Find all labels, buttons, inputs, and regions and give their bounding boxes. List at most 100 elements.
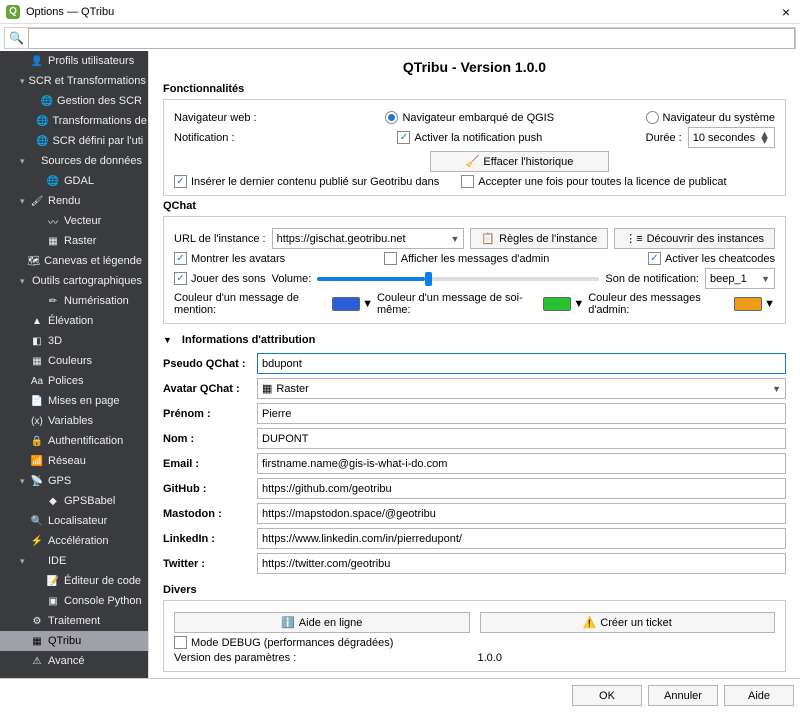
linkedin-input[interactable] xyxy=(257,528,786,549)
notif-sound-label: Son de notification: xyxy=(605,273,699,285)
sidebar-item[interactable]: (x)Variables xyxy=(0,411,148,431)
sidebar-item[interactable]: 📄Mises en page xyxy=(0,391,148,411)
sidebar-item-label: Vecteur xyxy=(64,215,101,227)
sidebar-item-label: Éditeur de code xyxy=(64,575,141,587)
browser-system-radio[interactable]: Navigateur du système xyxy=(646,111,776,124)
help-button[interactable]: Aide xyxy=(724,685,794,706)
sidebar-item-icon: 👤 xyxy=(30,54,44,68)
ok-button[interactable]: OK xyxy=(572,685,642,706)
cheatcodes-checkbox[interactable]: ✓Activer les cheatcodes xyxy=(648,252,775,265)
sidebar-item[interactable]: ▾📡GPS xyxy=(0,471,148,491)
sidebar-item-icon: 🌐 xyxy=(41,94,53,108)
sidebar-item-icon xyxy=(27,154,37,168)
sidebar-item[interactable]: ✏Numérisation xyxy=(0,291,148,311)
sidebar-item[interactable]: ⚡Accélération xyxy=(0,531,148,551)
sidebar-item[interactable]: ◧ 3D xyxy=(0,331,148,351)
sidebar-item[interactable]: ▲Élévation xyxy=(0,311,148,331)
search-input[interactable] xyxy=(28,28,795,49)
accept-license-checkbox[interactable]: Accepter une fois pour toutes la licence… xyxy=(461,175,726,188)
sidebar-item-icon: 🔒 xyxy=(30,434,44,448)
insert-last-checkbox[interactable]: ✓Insérer le dernier contenu publié sur G… xyxy=(174,175,439,188)
sidebar-item[interactable]: 🔍Localisateur xyxy=(0,511,148,531)
sidebar-item[interactable]: 🌐GDAL xyxy=(0,171,148,191)
sidebar-item-label: Outils cartographiques xyxy=(32,275,142,287)
section-misc: Divers xyxy=(163,584,786,596)
duration-spinner[interactable]: 10 secondes▲▼ xyxy=(688,127,775,148)
instance-url-combo[interactable]: https://gischat.geotribu.net▼ xyxy=(272,228,465,249)
sidebar-item-icon: ◧ xyxy=(30,334,44,348)
section-attribution: Informations d'attribution xyxy=(182,334,315,346)
mastodon-input[interactable] xyxy=(257,503,786,524)
sidebar-item-label: Mises en page xyxy=(48,395,120,407)
sidebar-item[interactable]: 🌐Gestion des SCR xyxy=(0,91,148,111)
sidebar-item-label: 3D xyxy=(48,335,62,347)
volume-slider[interactable] xyxy=(317,277,599,281)
twitter-input[interactable] xyxy=(257,553,786,574)
discover-instances-button[interactable]: ⋮≡Découvrir des instances xyxy=(614,228,775,249)
sidebar-item[interactable]: ▾IDE xyxy=(0,551,148,571)
notif-label: Notification : xyxy=(174,132,294,144)
notif-enable-checkbox[interactable]: ✓Activer la notification push xyxy=(397,131,542,144)
sidebar-item[interactable]: ▣Console Python xyxy=(0,591,148,611)
sidebar-item-icon: 〰 xyxy=(46,214,60,228)
sidebar-item[interactable]: 👤Profils utilisateurs xyxy=(0,51,148,71)
pseudo-input[interactable] xyxy=(257,353,786,374)
sidebar-item[interactable]: 🌐Transformations de xyxy=(0,111,148,131)
dialog-footer: OK Annuler Aide xyxy=(0,678,800,712)
sidebar-item[interactable]: 〰 Vecteur xyxy=(0,211,148,231)
email-input[interactable] xyxy=(257,453,786,474)
warning-icon: ⚠️ xyxy=(583,616,597,629)
duration-label: Durée : xyxy=(646,132,682,144)
options-sidebar[interactable]: 👤Profils utilisateurs▾SCR et Transformat… xyxy=(0,51,148,678)
show-admin-checkbox[interactable]: Afficher les messages d'admin xyxy=(384,252,550,265)
color-mention-label: Couleur d'un message de mention: xyxy=(174,292,328,316)
sidebar-item-icon: 🖌 xyxy=(30,194,44,208)
create-ticket-button[interactable]: ⚠️Créer un ticket xyxy=(480,612,776,633)
firstname-input[interactable] xyxy=(257,403,786,424)
sidebar-item[interactable]: ⚠Avancé xyxy=(0,651,148,671)
sidebar-item[interactable]: ▦QTribu xyxy=(0,631,148,651)
sidebar-item[interactable]: 🔒Authentification xyxy=(0,431,148,451)
debug-checkbox[interactable]: Mode DEBUG (performances dégradées) xyxy=(174,636,393,649)
play-sounds-checkbox[interactable]: ✓Jouer des sons xyxy=(174,272,266,285)
sidebar-item[interactable]: 🌐SCR défini par l'uti xyxy=(0,131,148,151)
sidebar-item[interactable]: ▾Sources de données xyxy=(0,151,148,171)
avatar-combo[interactable]: ▦Raster▼ xyxy=(257,378,786,399)
sidebar-item-icon xyxy=(30,554,44,568)
sidebar-item[interactable]: ▾SCR et Transformations xyxy=(0,71,148,91)
close-icon[interactable]: × xyxy=(778,4,794,20)
color-self-picker[interactable]: ▼ xyxy=(543,297,584,311)
github-label: GitHub : xyxy=(163,483,251,495)
color-self-label: Couleur d'un message de soi-même: xyxy=(377,292,539,316)
sidebar-item-label: GDAL xyxy=(64,175,94,187)
github-input[interactable] xyxy=(257,478,786,499)
sidebar-item[interactable]: ▾🖌Rendu xyxy=(0,191,148,211)
sidebar-search[interactable]: 🔍 xyxy=(4,27,796,49)
clear-history-button[interactable]: 🧹Effacer l'historique xyxy=(430,151,609,172)
color-admin-picker[interactable]: ▼ xyxy=(734,297,775,311)
sidebar-item[interactable]: 📝Éditeur de code xyxy=(0,571,148,591)
sidebar-item[interactable]: ◆GPSBabel xyxy=(0,491,148,511)
sidebar-item-label: Accélération xyxy=(48,535,109,547)
sidebar-item[interactable]: 🗺Canevas et légende xyxy=(0,251,148,271)
sidebar-item-label: QTribu xyxy=(48,635,81,647)
online-help-button[interactable]: ℹ️Aide en ligne xyxy=(174,612,470,633)
notif-sound-combo[interactable]: beep_1▼ xyxy=(705,268,775,289)
sidebar-item-icon: ▦ xyxy=(30,354,44,368)
show-avatars-checkbox[interactable]: ✓Montrer les avatars xyxy=(174,252,285,265)
cancel-button[interactable]: Annuler xyxy=(648,685,718,706)
sidebar-item-label: Polices xyxy=(48,375,83,387)
color-mention-picker[interactable]: ▼ xyxy=(332,297,373,311)
list-icon: ⋮≡ xyxy=(625,232,642,245)
sidebar-item[interactable]: ▾Outils cartographiques xyxy=(0,271,148,291)
sidebar-item-label: Transformations de xyxy=(52,115,146,127)
lastname-input[interactable] xyxy=(257,428,786,449)
sidebar-item[interactable]: 📶Réseau xyxy=(0,451,148,471)
sidebar-item[interactable]: AaPolices xyxy=(0,371,148,391)
sidebar-item[interactable]: ▦Raster xyxy=(0,231,148,251)
sidebar-item[interactable]: ⚙Traitement xyxy=(0,611,148,631)
browser-embedded-radio[interactable]: Navigateur embarqué de QGIS xyxy=(385,111,554,124)
instance-rules-button[interactable]: 📋Règles de l'instance xyxy=(470,228,608,249)
chevron-down-icon[interactable]: ▼ xyxy=(163,335,172,345)
sidebar-item[interactable]: ▦Couleurs xyxy=(0,351,148,371)
